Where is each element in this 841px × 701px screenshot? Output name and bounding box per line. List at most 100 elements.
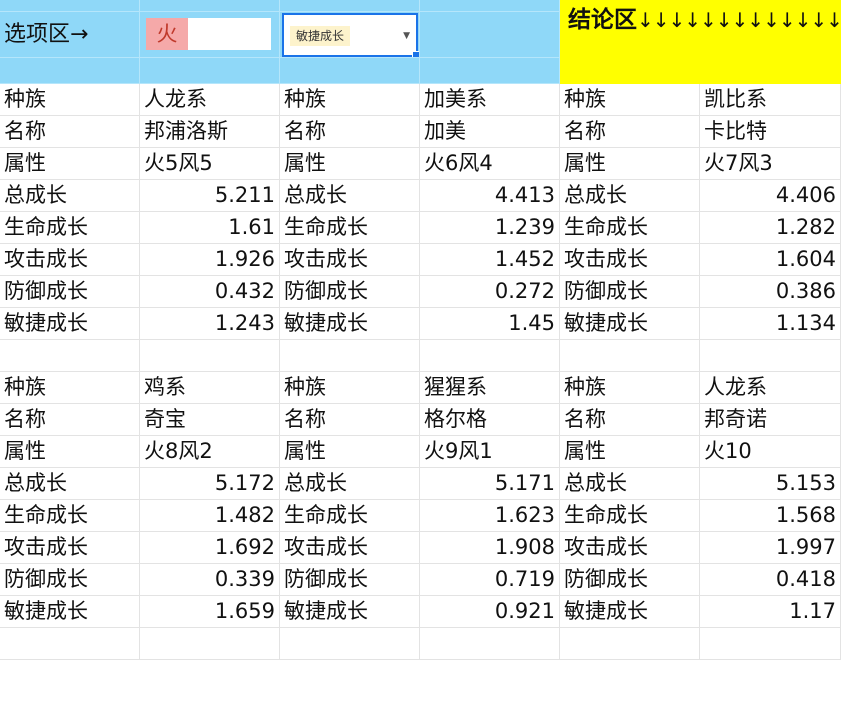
defense-growth-value[interactable]: 0.339 [140, 564, 280, 596]
total-growth-value[interactable]: 4.413 [420, 180, 560, 212]
defense-growth-value[interactable]: 0.719 [420, 564, 560, 596]
defense-growth-value[interactable]: 0.386 [700, 276, 841, 308]
defense-growth-value[interactable]: 0.272 [420, 276, 560, 308]
empty-cell[interactable] [140, 340, 280, 372]
empty-cell[interactable] [700, 628, 841, 660]
label-race[interactable]: 种族 [280, 372, 420, 404]
cell-a3[interactable] [0, 58, 140, 84]
empty-cell[interactable] [420, 628, 560, 660]
total-growth-value[interactable]: 5.172 [140, 468, 280, 500]
label-attribute[interactable]: 属性 [280, 436, 420, 468]
empty-cell[interactable] [420, 340, 560, 372]
label-total-growth[interactable]: 总成长 [280, 180, 420, 212]
empty-cell[interactable] [140, 628, 280, 660]
label-name[interactable]: 名称 [0, 404, 140, 436]
empty-cell[interactable] [560, 340, 700, 372]
label-attack-growth[interactable]: 攻击成长 [560, 244, 700, 276]
label-total-growth[interactable]: 总成长 [0, 180, 140, 212]
cell-c3[interactable] [280, 58, 420, 84]
hp-growth-value[interactable]: 1.568 [700, 500, 841, 532]
label-defense-growth[interactable]: 防御成长 [560, 564, 700, 596]
label-name[interactable]: 名称 [280, 116, 420, 148]
total-growth-value[interactable]: 4.406 [700, 180, 841, 212]
label-name[interactable]: 名称 [280, 404, 420, 436]
label-total-growth[interactable]: 总成长 [560, 468, 700, 500]
label-defense-growth[interactable]: 防御成长 [560, 276, 700, 308]
label-hp-growth[interactable]: 生命成长 [280, 212, 420, 244]
cell-d2[interactable] [420, 12, 560, 58]
attack-growth-value[interactable]: 1.452 [420, 244, 560, 276]
label-total-growth[interactable]: 总成长 [0, 468, 140, 500]
agility-growth-value[interactable]: 0.921 [420, 596, 560, 628]
label-hp-growth[interactable]: 生命成长 [280, 500, 420, 532]
hp-growth-value[interactable]: 1.282 [700, 212, 841, 244]
cell-b1[interactable] [140, 0, 280, 12]
name-value[interactable]: 邦奇诺 [700, 404, 841, 436]
cell-f3[interactable] [700, 58, 841, 84]
cell-c1[interactable] [280, 0, 420, 12]
name-value[interactable]: 加美 [420, 116, 560, 148]
name-value[interactable]: 卡比特 [700, 116, 841, 148]
cell-d1[interactable] [420, 0, 560, 12]
defense-growth-value[interactable]: 0.418 [700, 564, 841, 596]
race-value[interactable]: 鸡系 [140, 372, 280, 404]
element-select-cell[interactable]: 火 [140, 12, 280, 58]
label-race[interactable]: 种族 [0, 372, 140, 404]
label-total-growth[interactable]: 总成长 [280, 468, 420, 500]
label-hp-growth[interactable]: 生命成长 [0, 212, 140, 244]
label-attribute[interactable]: 属性 [280, 148, 420, 180]
race-value[interactable]: 人龙系 [700, 372, 841, 404]
total-growth-value[interactable]: 5.211 [140, 180, 280, 212]
label-race[interactable]: 种族 [560, 84, 700, 116]
label-attribute[interactable]: 属性 [0, 148, 140, 180]
attribute-value[interactable]: 火8风2 [140, 436, 280, 468]
label-agility-growth[interactable]: 敏捷成长 [280, 596, 420, 628]
attack-growth-value[interactable]: 1.604 [700, 244, 841, 276]
cell-e3[interactable] [560, 58, 700, 84]
race-value[interactable]: 猩猩系 [420, 372, 560, 404]
label-attribute[interactable]: 属性 [560, 148, 700, 180]
empty-cell[interactable] [0, 628, 140, 660]
label-attack-growth[interactable]: 攻击成长 [0, 532, 140, 564]
cell-d3[interactable] [420, 58, 560, 84]
attribute-value[interactable]: 火10 [700, 436, 841, 468]
label-hp-growth[interactable]: 生命成长 [560, 500, 700, 532]
empty-cell[interactable] [280, 340, 420, 372]
fill-handle[interactable] [412, 51, 419, 57]
empty-cell[interactable] [280, 628, 420, 660]
attribute-value[interactable]: 火6风4 [420, 148, 560, 180]
stat-dropdown-cell[interactable]: 敏捷成长 ▼ [280, 12, 420, 58]
agility-growth-value[interactable]: 1.243 [140, 308, 280, 340]
name-value[interactable]: 格尔格 [420, 404, 560, 436]
name-value[interactable]: 奇宝 [140, 404, 280, 436]
label-defense-growth[interactable]: 防御成长 [280, 276, 420, 308]
label-defense-growth[interactable]: 防御成长 [280, 564, 420, 596]
label-name[interactable]: 名称 [560, 404, 700, 436]
label-race[interactable]: 种族 [280, 84, 420, 116]
attack-growth-value[interactable]: 1.926 [140, 244, 280, 276]
hp-growth-value[interactable]: 1.623 [420, 500, 560, 532]
label-hp-growth[interactable]: 生命成长 [0, 500, 140, 532]
label-name[interactable]: 名称 [0, 116, 140, 148]
label-agility-growth[interactable]: 敏捷成长 [0, 596, 140, 628]
total-growth-value[interactable]: 5.171 [420, 468, 560, 500]
agility-growth-value[interactable]: 1.659 [140, 596, 280, 628]
hp-growth-value[interactable]: 1.61 [140, 212, 280, 244]
cell-a1[interactable] [0, 0, 140, 12]
label-agility-growth[interactable]: 敏捷成长 [0, 308, 140, 340]
label-attack-growth[interactable]: 攻击成长 [0, 244, 140, 276]
total-growth-value[interactable]: 5.153 [700, 468, 841, 500]
label-attack-growth[interactable]: 攻击成长 [280, 532, 420, 564]
race-value[interactable]: 人龙系 [140, 84, 280, 116]
label-defense-growth[interactable]: 防御成长 [0, 276, 140, 308]
label-attribute[interactable]: 属性 [560, 436, 700, 468]
label-race[interactable]: 种族 [0, 84, 140, 116]
element-value-chip[interactable]: 火 [146, 18, 188, 50]
attribute-value[interactable]: 火9风1 [420, 436, 560, 468]
label-race[interactable]: 种族 [560, 372, 700, 404]
hp-growth-value[interactable]: 1.239 [420, 212, 560, 244]
label-agility-growth[interactable]: 敏捷成长 [560, 308, 700, 340]
attack-growth-value[interactable]: 1.692 [140, 532, 280, 564]
empty-cell[interactable] [0, 340, 140, 372]
stat-dropdown[interactable]: 敏捷成长 ▼ [282, 13, 419, 57]
